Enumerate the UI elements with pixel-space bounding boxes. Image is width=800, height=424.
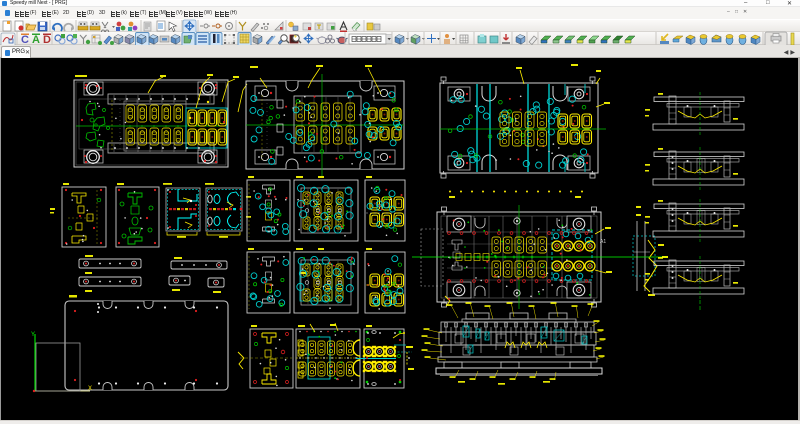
svg-text:C: C (21, 34, 29, 45)
svg-text:D: D (43, 34, 51, 45)
svg-text:A: A (32, 34, 40, 45)
svg-text:A1: A1 (600, 239, 606, 245)
svg-text:Y: Y (31, 332, 35, 338)
svg-text:X: X (88, 386, 92, 392)
